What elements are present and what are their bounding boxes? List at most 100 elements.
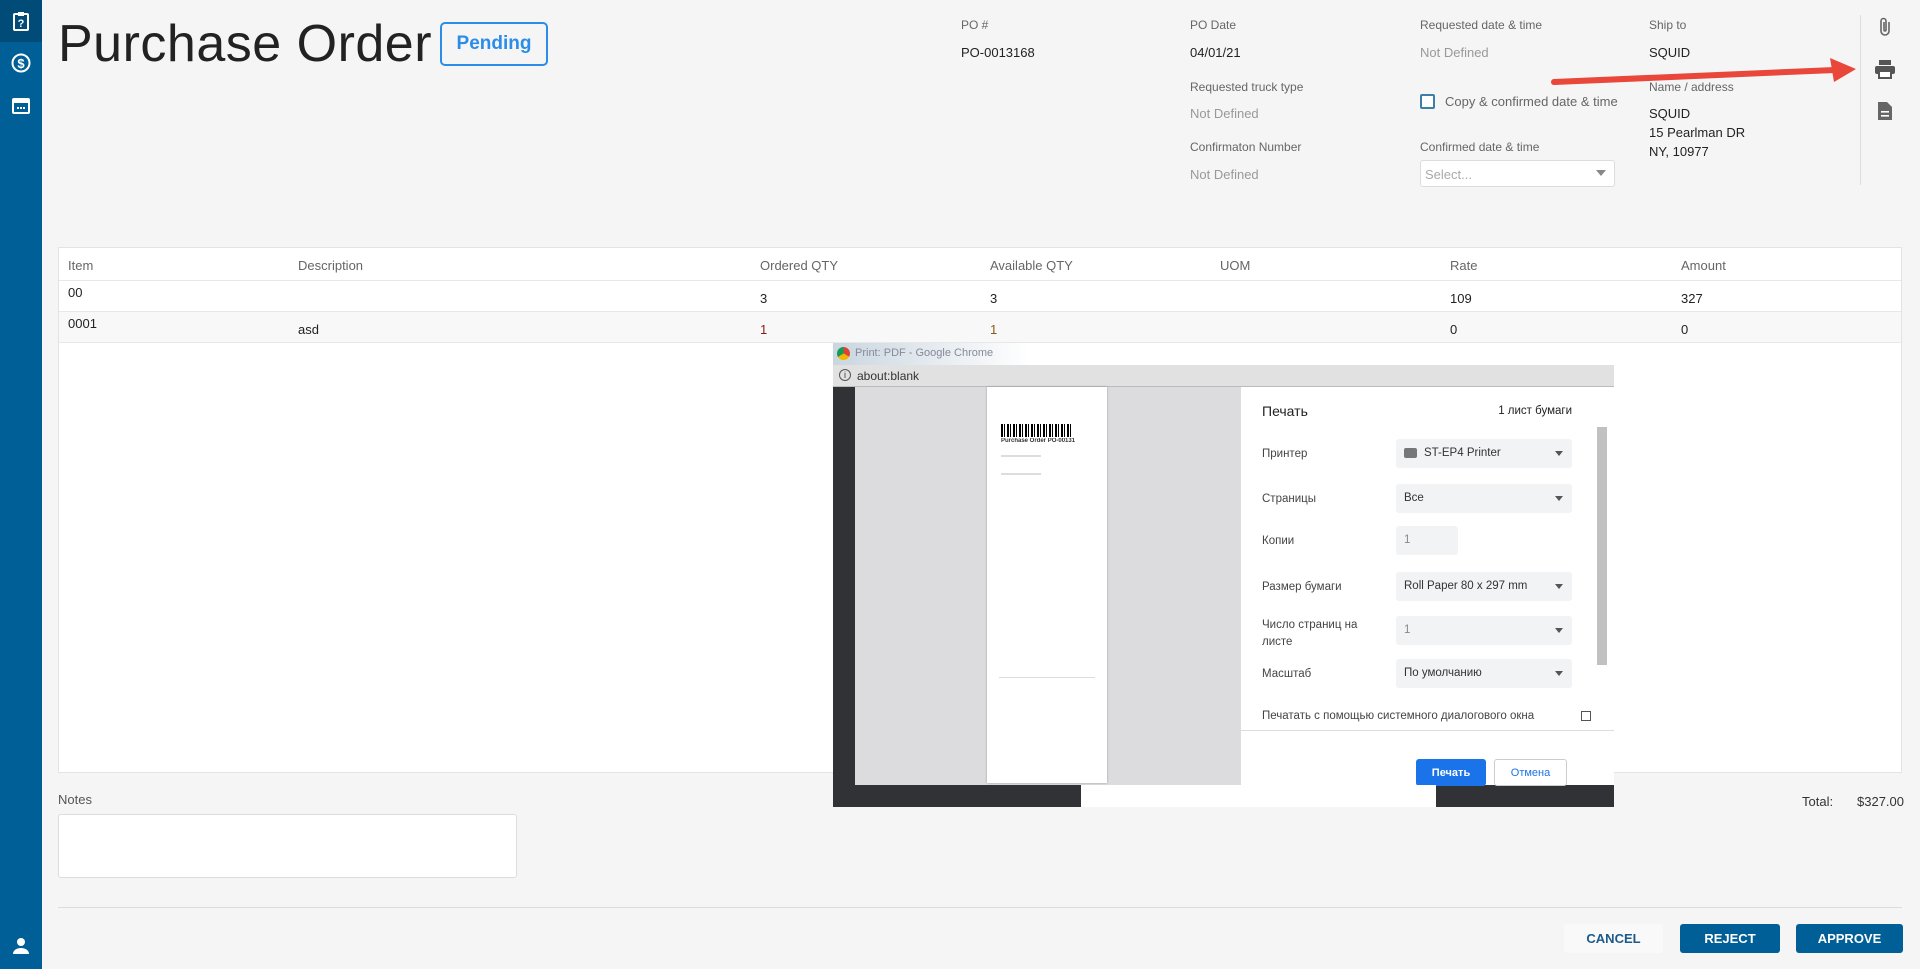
external-link-icon — [1581, 711, 1591, 721]
cell-available: 3 — [990, 291, 998, 306]
col-rate: Rate — [1450, 258, 1478, 273]
approve-button[interactable]: APPROVE — [1796, 924, 1903, 953]
col-description: Description — [298, 258, 364, 273]
cancel-button[interactable]: CANCEL — [1564, 924, 1663, 953]
cell-available: 1 — [990, 322, 998, 337]
chrome-icon — [837, 347, 850, 360]
table-row[interactable]: 00 3 3 109 327 — [59, 281, 1901, 312]
address-text: about:blank — [857, 369, 920, 383]
preview-page: Purchase Order PO-00131 — [987, 387, 1107, 783]
print-icon[interactable] — [1872, 56, 1898, 82]
printer-value: ST-EP4 Printer — [1424, 447, 1501, 459]
paperclip-icon[interactable] — [1872, 14, 1898, 40]
cell-item: 0001 — [68, 316, 97, 331]
page-title: Purchase Order — [58, 15, 433, 73]
notes-input[interactable] — [58, 814, 517, 878]
ship-address-1: 15 Pearlman DR — [1649, 125, 1746, 140]
notes-label: Notes — [58, 792, 92, 807]
cell-description: asd — [298, 322, 319, 337]
col-amount: Amount — [1681, 258, 1726, 273]
scale-value: По умолчанию — [1404, 667, 1482, 679]
print-preview: Purchase Order PO-00131 — [855, 387, 1241, 785]
clipboard-question-icon[interactable]: ? — [0, 0, 42, 42]
copy-confirmed-checkbox[interactable] — [1420, 94, 1435, 109]
po-number: PO-0013168 — [961, 45, 1035, 60]
chevron-down-icon — [1596, 170, 1606, 176]
system-dialog-link[interactable]: Печатать с помощью системного диалоговог… — [1262, 709, 1562, 723]
copies-label: Копии — [1262, 535, 1295, 547]
cell-ordered: 3 — [760, 291, 768, 306]
truck-type-label: Requested truck type — [1190, 80, 1304, 94]
cell-rate: 0 — [1450, 322, 1458, 337]
pages-per-sheet-select[interactable]: 1 — [1396, 616, 1572, 645]
ship-address-2: NY, 10977 — [1649, 144, 1709, 159]
address-bar: i about:blank — [833, 365, 1614, 387]
preview-content — [1001, 455, 1041, 475]
svg-text:$: $ — [17, 56, 25, 71]
cell-amount: 327 — [1681, 291, 1703, 306]
cell-rate: 109 — [1450, 291, 1472, 306]
chevron-down-icon — [1555, 496, 1563, 501]
po-number-label: PO # — [961, 18, 989, 32]
printer-select[interactable]: ST-EP4 Printer — [1396, 439, 1572, 468]
copy-confirmed-label: Copy & confirmed date & time — [1445, 94, 1618, 109]
print-settings-panel: Печать 1 лист бумаги Принтер ST-EP4 Prin… — [1241, 387, 1614, 786]
reject-button[interactable]: REJECT — [1680, 924, 1780, 953]
requested-dt: Not Defined — [1420, 45, 1489, 60]
chevron-down-icon — [1555, 628, 1563, 633]
paper-size-select[interactable]: Roll Paper 80 x 297 mm — [1396, 572, 1572, 601]
printer-icon — [1404, 448, 1417, 458]
chevron-down-icon — [1555, 671, 1563, 676]
cell-amount: 0 — [1681, 322, 1689, 337]
print-heading: Печать — [1262, 403, 1308, 419]
barcode — [1001, 424, 1071, 437]
po-date-label: PO Date — [1190, 18, 1237, 32]
confirmed-dt-select[interactable]: Select... — [1420, 160, 1615, 187]
scale-select[interactable]: По умолчанию — [1396, 659, 1572, 688]
window-title: Print: PDF - Google Chrome — [855, 347, 994, 359]
divider — [1860, 15, 1861, 185]
total-value: $327.00 — [1857, 794, 1904, 809]
info-icon: i — [839, 369, 851, 381]
scale-label: Масштаб — [1262, 668, 1312, 680]
print-window: Print: PDF - Google Chrome i about:blank… — [833, 343, 1614, 807]
calendar-icon[interactable] — [0, 84, 42, 126]
cell-item: 00 — [68, 285, 83, 300]
col-item: Item — [68, 258, 94, 273]
truck-type: Not Defined — [1190, 106, 1259, 121]
confirmed-dt-label: Confirmed date & time — [1420, 140, 1540, 154]
ship-to-label: Ship to — [1649, 18, 1687, 32]
preview-title: Purchase Order PO-00131 — [1001, 438, 1076, 444]
chevron-down-icon — [1555, 451, 1563, 456]
printer-label: Принтер — [1262, 448, 1308, 460]
confirmation-label: Confirmaton Number — [1190, 140, 1302, 154]
footer-divider — [1241, 730, 1614, 731]
print-confirm-button[interactable]: Печать — [1416, 759, 1486, 786]
underlying-page-strip — [1081, 785, 1436, 807]
print-cancel-button[interactable]: Отмена — [1494, 759, 1567, 786]
pages-per-sheet-value: 1 — [1404, 624, 1411, 636]
print-window-title[interactable]: Print: PDF - Google Chrome — [833, 343, 1614, 365]
select-placeholder: Select... — [1425, 167, 1472, 182]
paper-size-label: Размер бумаги — [1262, 581, 1342, 593]
document-icon[interactable] — [1872, 98, 1898, 124]
po-date: 04/01/21 — [1190, 45, 1241, 60]
user-icon[interactable] — [0, 925, 42, 967]
sidebar: ? $ — [0, 0, 42, 969]
chevron-down-icon — [1555, 584, 1563, 589]
col-uom: UOM — [1220, 258, 1251, 273]
table-row[interactable]: 0001 asd 1 1 0 0 — [59, 312, 1901, 343]
pages-value: Все — [1404, 492, 1424, 504]
col-ordered-qty: Ordered QTY — [760, 258, 839, 273]
pages-per-sheet-label: Число страниц на листе — [1262, 619, 1358, 648]
requested-dt-label: Requested date & time — [1420, 18, 1543, 32]
paper-size-value: Roll Paper 80 x 297 mm — [1404, 580, 1528, 592]
total-label: Total: — [1802, 794, 1834, 809]
copies-input[interactable]: 1 — [1396, 526, 1458, 555]
dollar-icon[interactable]: $ — [0, 42, 42, 84]
divider — [58, 907, 1902, 908]
cell-ordered: 1 — [760, 322, 768, 337]
pages-label: Страницы — [1262, 493, 1316, 505]
settings-scrollbar[interactable] — [1597, 427, 1607, 665]
pages-select[interactable]: Все — [1396, 484, 1572, 513]
